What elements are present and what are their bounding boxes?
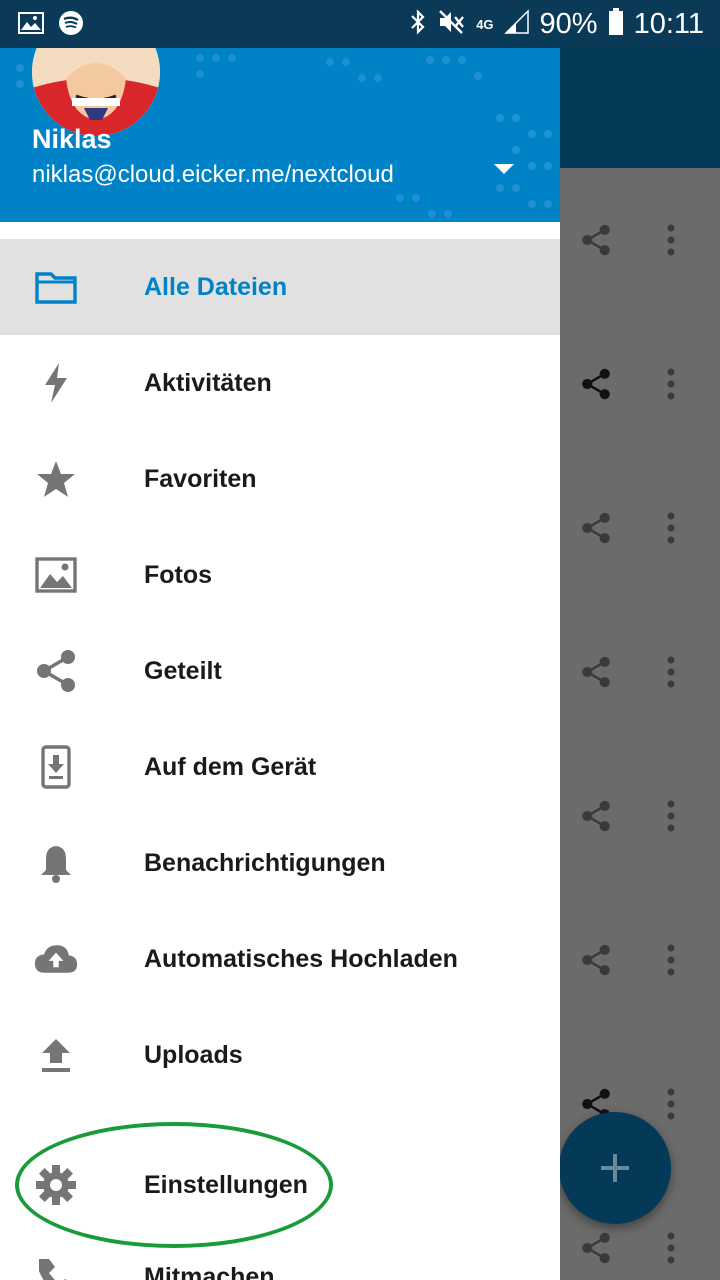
account-name: Niklas [32,124,112,154]
status-bar: 4G 90% 10:11 [0,0,720,48]
image-icon [34,553,78,597]
menu-item-uploads[interactable]: Uploads [0,1007,560,1103]
menu-item-auf-dem-geraet[interactable]: Auf dem Gerät [0,719,560,815]
menu-item-label: Favoriten [144,464,257,493]
share-icon [580,512,612,549]
menu-item-aktivitaeten[interactable]: Aktivitäten [0,335,560,431]
signal-icon [503,8,530,40]
account-url: niklas@cloud.eicker.me/nextcloud [32,161,394,188]
menu-item-favoriten[interactable]: Favoriten [0,431,560,527]
bluetooth-icon [408,8,428,41]
battery-percent: 90% [539,7,598,40]
menu-item-benachrichtigungen[interactable]: Benachrichtigungen [0,815,560,911]
menu-item-automatisches-hochladen[interactable]: Automatisches Hochladen [0,911,560,1007]
menu-item-label: Mitmachen [144,1262,275,1280]
battery-icon [608,7,624,41]
background-file-list [560,168,720,1280]
menu-item-label: Fotos [144,560,213,589]
menu-item-einstellungen[interactable]: Einstellungen [0,1137,560,1233]
upload-icon [34,1033,78,1077]
bell-icon [34,841,78,885]
gear-icon [34,1163,78,1207]
menu-item-label: Einstellungen [144,1170,308,1199]
menu-item-label: Alle Dateien [144,272,288,301]
gallery-notification-icon [18,12,44,39]
overflow-menu-icon [666,656,676,693]
share-icon [34,649,78,693]
overflow-menu-icon [666,1088,676,1125]
background-file-row [560,354,720,414]
menu-item-label: Aktivitäten [144,368,272,397]
overflow-menu-icon [666,944,676,981]
spotify-icon [58,10,84,41]
overflow-menu-icon [666,800,676,837]
menu-item-alle-dateien[interactable]: Alle Dateien [0,239,560,335]
background-toolbar [560,48,720,168]
menu-item-label: Uploads [144,1040,243,1069]
drawer-header[interactable]: Niklas niklas@cloud.eicker.me/nextcloud [0,48,560,222]
menu-item-mitmachen[interactable]: Mitmachen [0,1229,560,1280]
share-icon [580,800,612,837]
share-icon [580,368,612,405]
background-file-row [560,930,720,990]
cloud-upload-icon [34,937,78,981]
menu-item-label: Benachrichtigungen [144,848,386,877]
add-fab-button[interactable] [559,1112,671,1224]
share-icon [580,224,612,261]
clock: 10:11 [633,7,704,40]
folder-icon [34,265,78,309]
background-file-row [560,210,720,270]
lightning-icon [34,361,78,405]
overflow-menu-icon [666,368,676,405]
share-icon [580,1232,612,1269]
account-dropdown-icon[interactable] [494,163,514,181]
menu-item-fotos[interactable]: Fotos [0,527,560,623]
menu-item-label: Auf dem Gerät [144,752,317,781]
background-file-row [560,786,720,846]
background-file-row [560,1218,720,1278]
menu-item-geteilt[interactable]: Geteilt [0,623,560,719]
menu-item-label: Geteilt [144,656,222,685]
network-type: 4G [476,16,494,32]
background-file-row [560,498,720,558]
background-file-row [560,642,720,702]
overflow-menu-icon [666,224,676,261]
phone-download-icon [34,745,78,789]
plus-icon [601,1154,629,1182]
overflow-menu-icon [666,1232,676,1269]
drawer-menu: Alle Dateien Aktivitäten Favoriten Fotos… [0,239,560,1280]
navigation-drawer: Niklas niklas@cloud.eicker.me/nextcloud … [0,48,560,1280]
star-icon [34,457,78,501]
share-icon [580,656,612,693]
mute-icon [438,9,466,40]
menu-item-label: Automatisches Hochladen [144,944,458,973]
share-icon [580,944,612,981]
overflow-menu-icon [666,512,676,549]
handshake-icon [34,1255,78,1280]
